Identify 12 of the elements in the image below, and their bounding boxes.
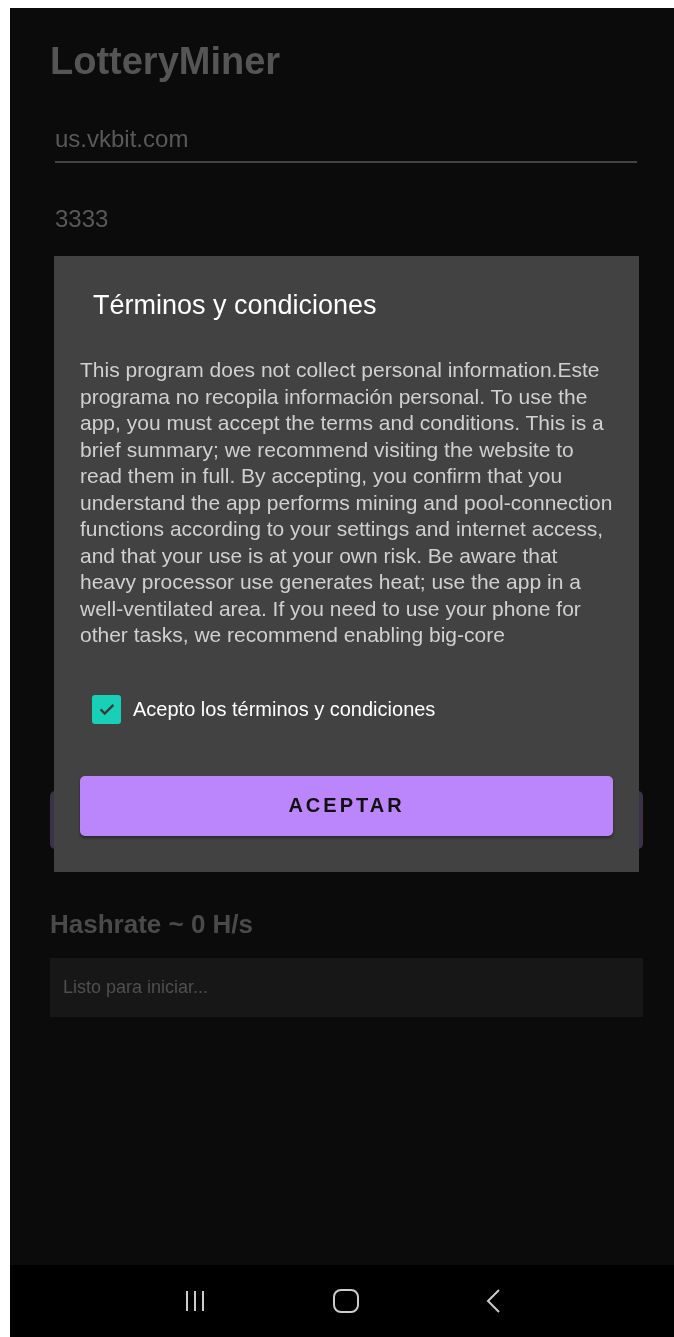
terms-text: This program does not collect personal information.Este programa no recopila información personal. To use the app, you must accept the terms and conditions. This is a brief summary; we recommend visiting the website to read them in full. By accepting, you confirm that you understand the app performs mining and pool-connection functions according to your settings and internet access, and that your use is at your own risk. Be aware that heavy processor use generates heat; use the app in a well-ventilated area. If you need to use your phone for other tasks, we recommend enabling big-core [80, 357, 613, 648]
checkbox[interactable] [92, 694, 121, 724]
dialog-title: Términos y condiciones [93, 290, 378, 321]
checkbox-label: Acepto los términos y condiciones [133, 697, 436, 721]
home-icon[interactable] [332, 1288, 360, 1314]
text-field[interactable]: 3333 [55, 205, 637, 241]
status-box: Listo para iniciar... [50, 958, 643, 1017]
app-title: LotteryMiner [50, 40, 282, 83]
hashrate-label: Hashrate ~ 0 H/s [50, 909, 255, 940]
back-icon[interactable] [485, 1288, 502, 1314]
accept-button[interactable]: ACEPTAR [80, 775, 613, 836]
text-field[interactable]: us.vkbit.com [55, 125, 637, 163]
